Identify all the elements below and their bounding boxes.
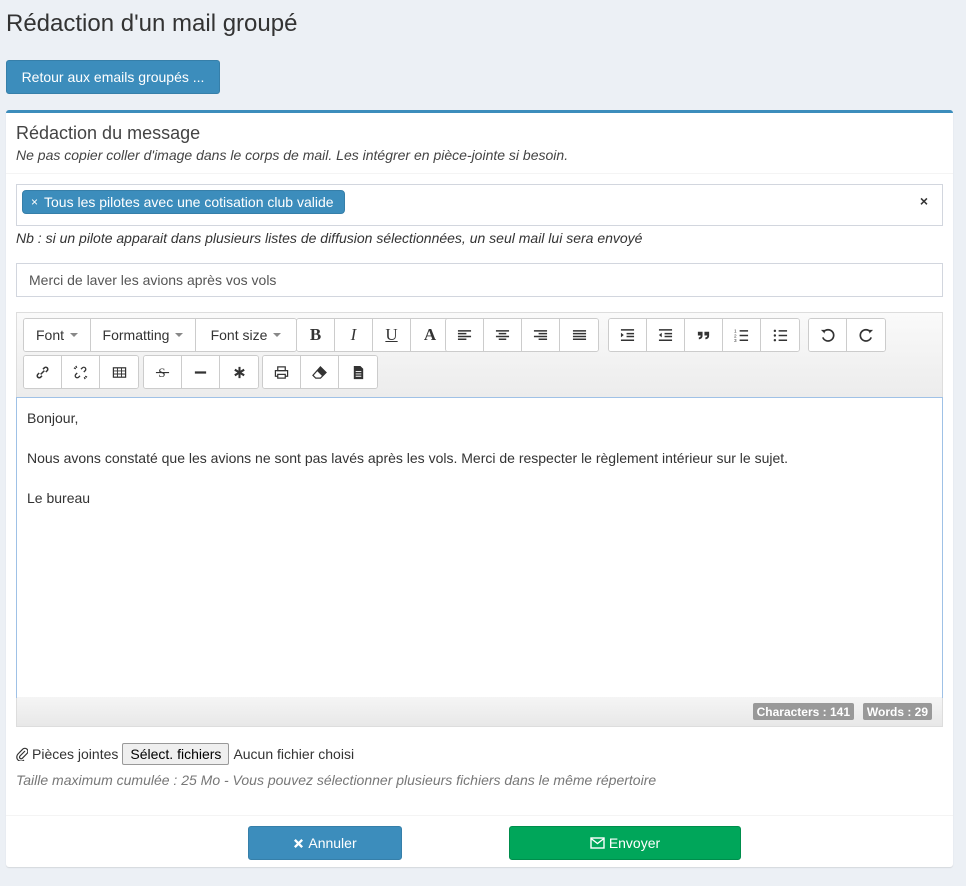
attachments-help: Taille maximum cumulée : 25 Mo - Vous po…: [16, 772, 657, 788]
select-files-button[interactable]: Sélect. fichiers: [122, 743, 230, 765]
content-line: Bonjour,: [27, 410, 79, 426]
tools-group: [262, 355, 378, 389]
caret-down-icon: [273, 333, 282, 337]
file-status: Aucun fichier choisi: [233, 746, 355, 762]
svg-text:3: 3: [734, 338, 737, 343]
back-to-group-emails-button[interactable]: Retour aux emails groupés ...: [6, 60, 220, 94]
outdent-icon: [658, 328, 673, 341]
eraser-icon: [312, 365, 327, 379]
undo-button[interactable]: [809, 319, 847, 351]
caret-down-icon: [175, 333, 184, 337]
justify-icon: [572, 329, 586, 340]
editor-toolbar: Font Formatting Font size B I U A 123 S: [17, 313, 942, 398]
unordered-list-icon: [773, 329, 787, 341]
send-label: Envoyer: [608, 835, 661, 851]
attachments-label: Pièces jointes: [32, 746, 119, 762]
unlink-button[interactable]: [62, 356, 100, 388]
formatting-dropdown[interactable]: Formatting: [91, 319, 196, 351]
align-right-icon: [533, 329, 548, 340]
recipient-tag: × Tous les pilotes avec une cotisation c…: [22, 190, 345, 214]
redo-button[interactable]: [847, 319, 885, 351]
box-header: Rédaction du message Ne pas copier colle…: [6, 113, 953, 174]
align-right-button[interactable]: [522, 319, 560, 351]
align-left-button[interactable]: [446, 319, 484, 351]
insert-group: [23, 355, 139, 389]
print-button[interactable]: [263, 356, 301, 388]
redo-icon: [858, 328, 873, 342]
bold-button[interactable]: B: [297, 319, 335, 351]
paperclip-icon: [16, 747, 28, 761]
word-count: Words : 29: [862, 703, 932, 720]
quote-icon: [697, 331, 710, 339]
horizontal-rule-icon: [194, 370, 207, 374]
character-count: Characters : 141: [752, 703, 854, 720]
ordered-list-icon: 123: [734, 328, 749, 343]
rich-text-editor: Font Formatting Font size B I U A 123 S …: [16, 312, 943, 727]
indent-icon: [620, 328, 635, 341]
text-style-group: B I U A: [296, 318, 450, 352]
insert-table-button[interactable]: [100, 356, 138, 388]
box-subtitle: Ne pas copier coller d'image dans le cor…: [16, 147, 569, 163]
source-code-button[interactable]: [339, 356, 377, 388]
compose-box: Rédaction du message Ne pas copier colle…: [6, 110, 953, 867]
unordered-list-button[interactable]: [761, 319, 799, 351]
undo-icon: [820, 328, 835, 342]
unlink-icon: [73, 365, 88, 379]
history-group: [808, 318, 886, 352]
link-icon: [36, 366, 49, 378]
recipient-tag-label: Tous les pilotes avec une cotisation clu…: [44, 194, 334, 210]
strikethrough-icon: S: [155, 365, 170, 380]
content-line: Le bureau: [27, 490, 91, 506]
page-title: Rédaction d'un mail groupé: [6, 10, 298, 37]
content-line: [27, 428, 932, 448]
clear-recipients-icon[interactable]: ×: [920, 193, 928, 209]
align-center-button[interactable]: [484, 319, 522, 351]
box-title: Rédaction du message: [16, 123, 201, 143]
editor-content[interactable]: Bonjour, Nous avons constaté que les avi…: [16, 397, 943, 698]
table-icon: [112, 366, 126, 378]
ordered-list-button[interactable]: 123: [723, 319, 761, 351]
outdent-button[interactable]: [647, 319, 685, 351]
font-size-dropdown-label: Font size: [210, 327, 268, 343]
recipients-select[interactable]: × Tous les pilotes avec une cotisation c…: [16, 184, 943, 226]
asterisk-icon: [233, 366, 245, 378]
underline-button[interactable]: U: [373, 319, 411, 351]
insert-link-button[interactable]: [24, 356, 62, 388]
font-size-dropdown[interactable]: Font size: [196, 319, 296, 351]
alignment-group: [445, 318, 599, 352]
formatting-dropdown-label: Formatting: [102, 327, 170, 343]
blockquote-button[interactable]: [685, 319, 723, 351]
subject-input[interactable]: [16, 263, 943, 297]
box-footer: Annuler Envoyer: [6, 815, 953, 870]
close-icon: [294, 838, 304, 848]
indent-button[interactable]: [609, 319, 647, 351]
file-icon: [353, 365, 363, 379]
font-dropdowns-group: Font Formatting Font size: [23, 318, 297, 352]
remove-format-button[interactable]: [301, 356, 339, 388]
envelope-icon: [590, 837, 605, 849]
misc-group: S: [143, 355, 259, 389]
print-icon: [274, 365, 289, 379]
content-line: [27, 468, 932, 488]
align-center-icon: [495, 329, 510, 340]
block-group: 123: [608, 318, 800, 352]
justify-button[interactable]: [560, 319, 598, 351]
align-left-icon: [457, 329, 472, 340]
strikethrough-button[interactable]: S: [144, 356, 182, 388]
font-dropdown[interactable]: Font: [24, 319, 91, 351]
remove-tag-icon[interactable]: ×: [31, 195, 38, 209]
content-line: Nous avons constaté que les avions ne so…: [27, 450, 789, 466]
horizontal-rule-button[interactable]: [182, 356, 220, 388]
font-color-button[interactable]: A: [411, 319, 449, 351]
cancel-label: Annuler: [308, 835, 357, 851]
italic-button[interactable]: I: [335, 319, 373, 351]
send-button[interactable]: Envoyer: [509, 826, 741, 860]
special-char-button[interactable]: [220, 356, 258, 388]
cancel-button[interactable]: Annuler: [248, 826, 402, 860]
attachments-row: Pièces jointes Sélect. fichiers Aucun fi…: [16, 743, 354, 765]
recipients-note: Nb : si un pilote apparait dans plusieur…: [16, 230, 643, 246]
caret-down-icon: [70, 333, 79, 337]
font-dropdown-label: Font: [36, 327, 65, 343]
editor-statusbar: Characters : 141 Words : 29: [17, 697, 942, 726]
